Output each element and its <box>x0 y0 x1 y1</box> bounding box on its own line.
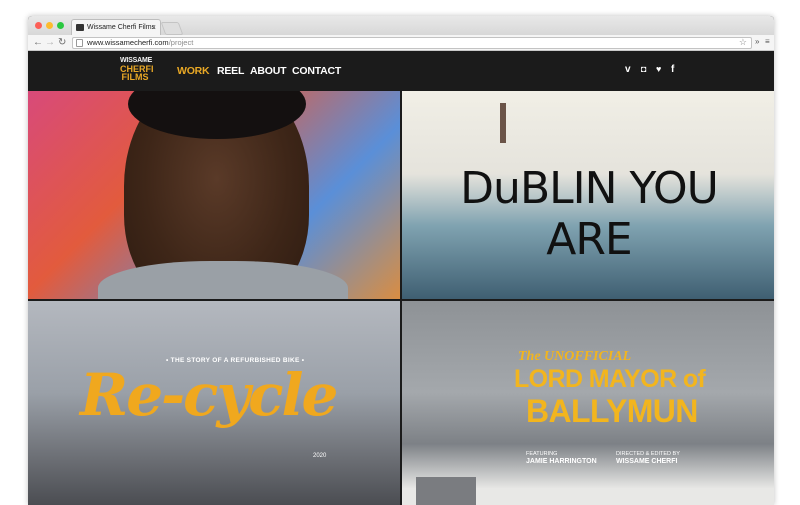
lord-mayor-title-line-1: The UNOFFICIAL <box>518 349 632 364</box>
browser-toolbar: ← → ↻ www.wissamecherfi.com/project ☆ » … <box>28 35 774 51</box>
project-grid: DuBLIN YOU ARE • THE STORY OF A REFURBIS… <box>28 91 774 505</box>
bookmark-star-icon[interactable]: ☆ <box>739 37 747 47</box>
featuring-name: JAMIE HARRINGTON <box>526 458 597 465</box>
director-name: WISSAME CHERFI <box>616 458 678 465</box>
lord-mayor-title-line-3: BALLYMUN <box>526 393 698 429</box>
facebook-icon[interactable]: f <box>671 64 674 75</box>
forward-icon[interactable]: → <box>45 36 55 49</box>
featuring-label: FEATURING <box>526 451 558 457</box>
extensions-overflow-icon[interactable]: » <box>755 37 759 46</box>
project-tile-recycle[interactable]: • THE STORY OF A REFURBISHED BIKE • Re-c… <box>28 301 400 505</box>
recycle-meta: 2020 <box>313 453 327 459</box>
menu-item-reel[interactable]: REEL <box>217 65 244 77</box>
minimize-window-button[interactable] <box>46 22 53 29</box>
new-tab-button[interactable] <box>160 22 184 35</box>
chrome-menu-icon[interactable]: ≡ <box>765 37 770 46</box>
site-header: WISSAME CHERFI FILMS WORK REEL ABOUT CON… <box>28 51 774 91</box>
menu-item-work[interactable]: WORK <box>177 65 210 77</box>
menu-item-contact[interactable]: CONTACT <box>292 65 341 77</box>
website: WISSAME CHERFI FILMS WORK REEL ABOUT CON… <box>28 51 774 505</box>
portrait-hoodie-image <box>98 261 348 299</box>
project-tile-lord-mayor[interactable]: The UNOFFICIAL LORD MAYOR of BALLYMUN FE… <box>402 301 774 505</box>
menu-item-about[interactable]: ABOUT <box>250 65 287 77</box>
browser-tab[interactable]: Wissame Cherfi Films × <box>71 19 161 35</box>
instagram-icon[interactable]: ◘ <box>641 64 646 74</box>
twitter-icon[interactable]: ♥ <box>656 64 661 74</box>
close-window-button[interactable] <box>35 22 42 29</box>
tower-block-image <box>416 477 476 505</box>
dublin-title: DuBLIN YOU ARE <box>460 163 719 265</box>
director-label: DIRECTED & EDITED BY <box>616 451 680 457</box>
url-path: /project <box>168 38 194 47</box>
recycle-title: Re-cycle <box>80 361 338 429</box>
browser-window: Wissame Cherfi Films × ← → ↻ www.wissame… <box>28 16 774 505</box>
lord-mayor-director: DIRECTED & EDITED BY WISSAME CHERFI <box>616 451 680 465</box>
reload-icon[interactable]: ↻ <box>58 36 66 49</box>
dublin-spire-image <box>500 103 506 143</box>
url-host: www.wissamecherfi.com <box>87 38 169 47</box>
vimeo-icon[interactable]: v <box>625 64 631 75</box>
favicon-icon <box>76 24 84 31</box>
lord-mayor-featuring: FEATURING JAMIE HARRINGTON <box>526 451 597 465</box>
maximize-window-button[interactable] <box>57 22 64 29</box>
page-icon <box>76 39 83 47</box>
project-tile-dublin[interactable]: DuBLIN YOU ARE <box>402 91 774 299</box>
site-logo[interactable]: WISSAME CHERFI FILMS <box>120 57 154 85</box>
project-tile-portrait[interactable] <box>28 91 400 299</box>
back-icon[interactable]: ← <box>33 36 43 49</box>
lord-mayor-title-line-2: LORD MAYOR of <box>514 365 706 393</box>
logo-line-3: FILMS <box>121 72 149 82</box>
address-bar[interactable]: www.wissamecherfi.com/project ☆ <box>72 37 752 49</box>
close-tab-icon[interactable]: × <box>151 23 156 32</box>
tab-strip: Wissame Cherfi Films × <box>28 16 774 35</box>
tab-title: Wissame Cherfi Films <box>87 24 156 31</box>
